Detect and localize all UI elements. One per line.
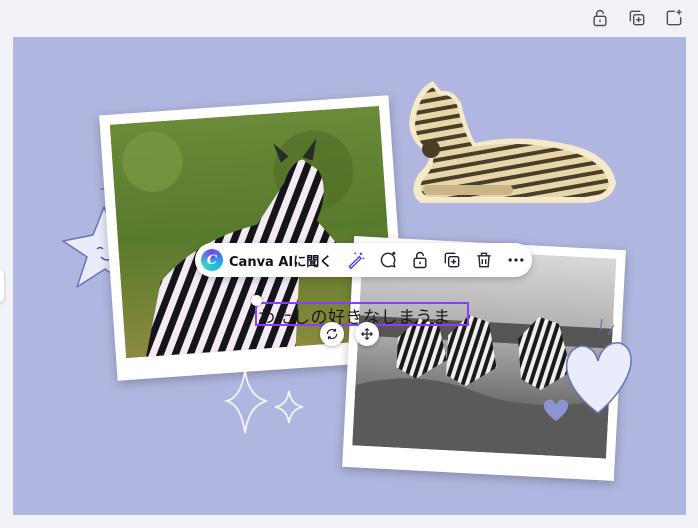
rotate-button[interactable] — [320, 322, 344, 346]
sparkle-doodle-sticker[interactable] — [223, 367, 313, 437]
add-comment-button[interactable] — [372, 243, 404, 277]
move-icon — [360, 327, 374, 341]
lock-icon — [593, 9, 607, 27]
delete-element-button[interactable] — [468, 243, 500, 277]
duplicate-icon — [629, 10, 645, 26]
duplicate-page-button[interactable] — [625, 6, 649, 30]
design-canvas[interactable]: C Canva AIに聞く わたしの好きなしまうま — [13, 37, 686, 515]
move-button[interactable] — [355, 322, 379, 346]
canva-ai-logo-icon: C — [201, 249, 223, 271]
lock-icon — [413, 251, 427, 269]
lock-element-button[interactable] — [404, 243, 436, 277]
duplicate-element-button[interactable] — [436, 243, 468, 277]
side-panel-collapse-handle[interactable] — [0, 270, 4, 302]
magic-edit-button[interactable] — [340, 243, 372, 277]
more-icon — [508, 258, 524, 262]
trash-icon — [477, 252, 491, 268]
page-toolbar — [0, 0, 698, 36]
small-heart-sticker[interactable] — [541, 397, 571, 423]
add-page-button[interactable] — [662, 6, 686, 30]
lock-page-button[interactable] — [588, 6, 612, 30]
add-page-icon — [666, 9, 682, 26]
rotate-icon — [326, 328, 338, 340]
ask-canva-ai-button[interactable]: C Canva AIに聞く — [195, 243, 340, 277]
ask-canva-ai-label: Canva AIに聞く — [229, 254, 333, 270]
text-content[interactable]: わたしの好きなしまうま — [258, 303, 451, 328]
lying-zebra-sticker[interactable] — [401, 73, 626, 208]
text-resize-handle[interactable] — [251, 295, 262, 306]
comment-icon — [380, 251, 396, 268]
duplicate-icon — [444, 252, 460, 268]
more-options-button[interactable] — [500, 243, 532, 277]
magic-edit-icon — [348, 252, 365, 270]
element-floating-toolbar: C Canva AIに聞く — [195, 243, 532, 277]
